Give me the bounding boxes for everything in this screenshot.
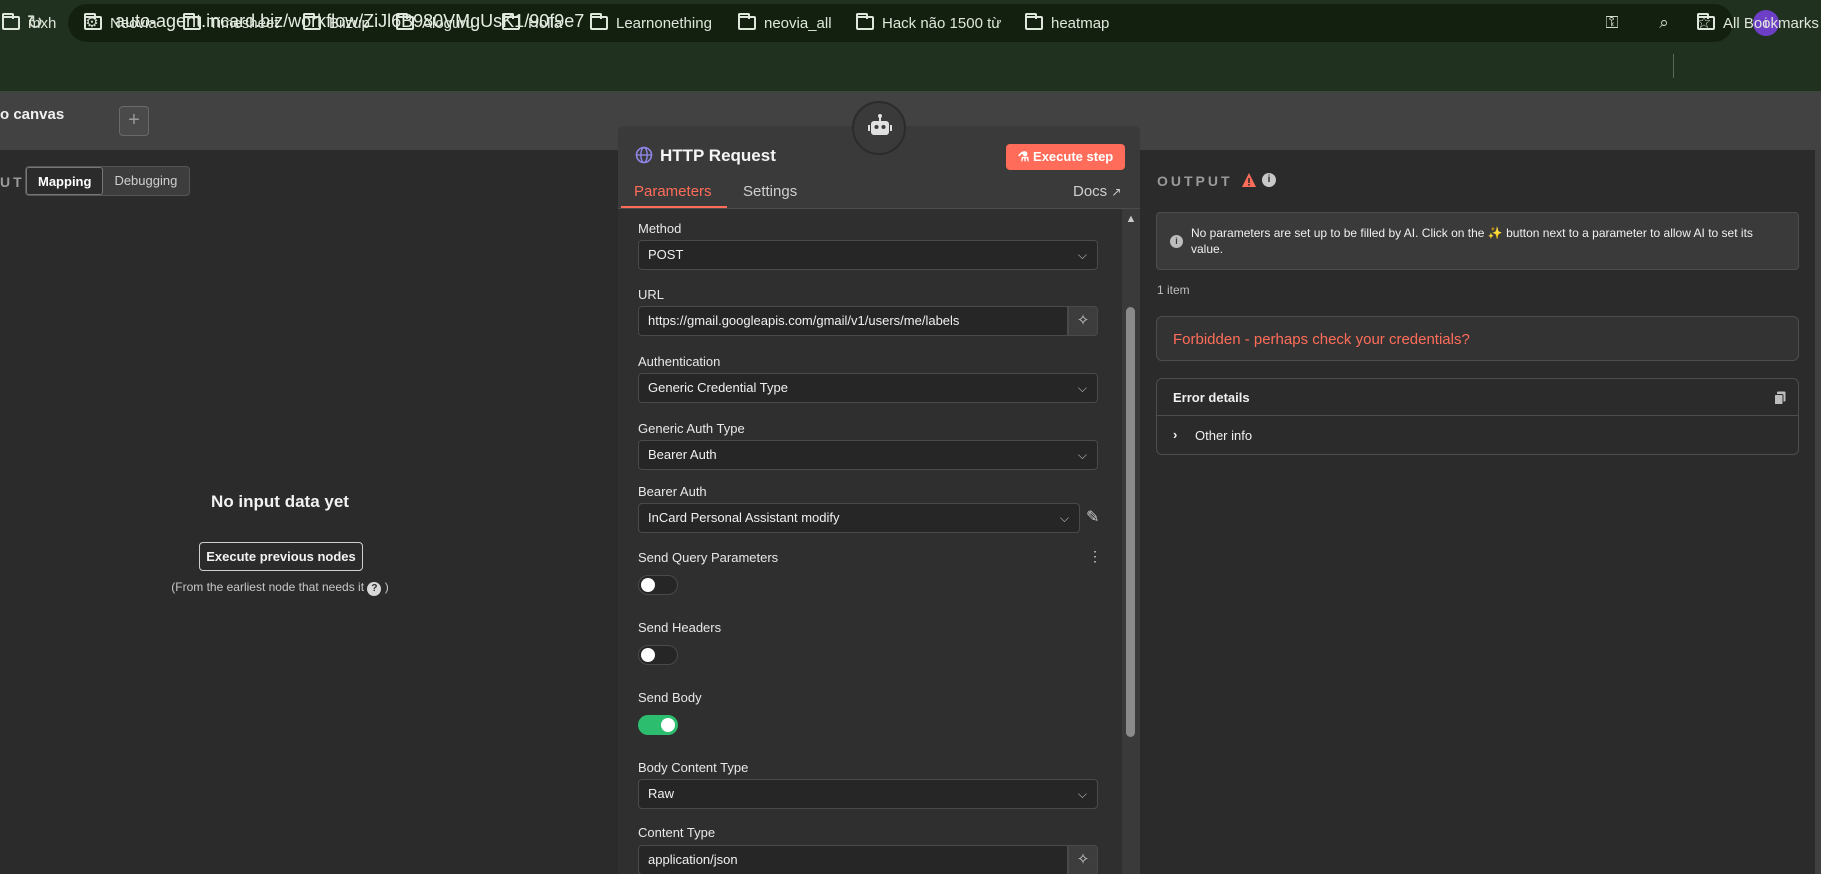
key-icon[interactable]: ⚿ [1600, 11, 1624, 35]
bookmark-item[interactable]: Hack não 1500 từ [856, 12, 1001, 34]
details-divider [1157, 415, 1798, 416]
zoom-icon[interactable]: ⌕ [1652, 11, 1676, 35]
chevron-down-icon: ⌵ [1077, 448, 1087, 462]
add-node-button[interactable]: + [119, 106, 149, 136]
ai-sparkle-icon[interactable]: ✧ [1068, 306, 1098, 336]
send-body-toggle[interactable] [638, 715, 678, 735]
input-mode-toggle: Mapping Debugging [25, 166, 190, 196]
body-content-type-select[interactable]: Raw ⌵ [638, 779, 1098, 809]
folder-icon [1697, 13, 1715, 30]
send-query-toggle[interactable] [638, 575, 678, 595]
docs-link[interactable]: Docs ↗ [1073, 183, 1121, 200]
folder-icon [1025, 13, 1043, 30]
bookmark-item[interactable]: Neovia [84, 12, 157, 34]
send-headers-label: Send Headers [638, 620, 722, 635]
back-to-canvas-link[interactable]: o canvas [0, 106, 64, 123]
content-type-input[interactable]: application/json [638, 845, 1068, 874]
parameters-form: Method POST ⌵ URL https://gmail.googleapi… [618, 209, 1122, 874]
empty-input-title: No input data yet [211, 492, 349, 511]
ai-sparkle-icon[interactable]: ✧ [1068, 845, 1098, 874]
method-select[interactable]: POST ⌵ [638, 240, 1098, 270]
url-label: URL [638, 287, 665, 302]
error-message: Forbidden - perhaps check your credentia… [1173, 331, 1470, 348]
folder-icon [502, 13, 520, 30]
generic-auth-type-select[interactable]: Bearer Auth ⌵ [638, 440, 1098, 470]
toggle-knob [641, 648, 655, 662]
info-icon: i [1170, 235, 1183, 248]
bookmark-item[interactable]: mxh [2, 12, 56, 34]
content-type-label: Content Type [638, 825, 716, 840]
bookmark-item[interactable]: Aloguru [396, 12, 474, 34]
all-bookmarks[interactable]: All Bookmarks [1697, 12, 1819, 34]
url-input[interactable]: https://gmail.googleapis.com/gmail/v1/us… [638, 306, 1068, 336]
toggle-knob [641, 578, 655, 592]
error-details-title: Error details [1173, 390, 1250, 405]
bookmark-item[interactable]: Holla [502, 12, 562, 34]
bookmark-item[interactable]: Biizup [303, 12, 370, 34]
send-query-label: Send Query Parameters [638, 550, 779, 565]
chevron-down-icon: ⌵ [1077, 787, 1087, 801]
canvas-edge [1815, 150, 1821, 874]
authentication-label: Authentication [638, 354, 721, 369]
folder-icon [738, 13, 756, 30]
tab-debugging[interactable]: Debugging [103, 167, 188, 195]
error-details-box [1156, 378, 1799, 455]
robot-icon [868, 114, 892, 135]
more-options-icon[interactable]: ⋮ [1088, 548, 1102, 565]
chevron-down-icon: ⌵ [1059, 511, 1069, 525]
flask-icon: ⚗ [1017, 149, 1030, 164]
scroll-up-arrow-icon[interactable]: ▲ [1124, 213, 1138, 225]
toggle-knob [661, 718, 675, 732]
folder-icon [2, 13, 20, 30]
empty-input-hint: (From the earliest node that needs it ? … [171, 580, 389, 596]
folder-icon [84, 13, 102, 30]
chevron-right-icon[interactable]: › [1173, 427, 1177, 442]
external-link-icon: ↗ [1111, 185, 1122, 199]
copy-icon[interactable] [1774, 391, 1786, 405]
input-panel [0, 150, 620, 874]
ai-notice-text: No parameters are set up to be filled by… [1191, 226, 1753, 256]
bearer-auth-select[interactable]: InCard Personal Assistant modify ⌵ [638, 503, 1080, 533]
info-icon[interactable]: i [1262, 173, 1276, 187]
globe-icon [635, 146, 653, 164]
folder-icon [856, 13, 874, 30]
output-panel-title: OUTPUT [1157, 173, 1233, 189]
execute-step-button[interactable]: ⚗ Execute step [1006, 144, 1125, 170]
generic-auth-type-label: Generic Auth Type [638, 421, 745, 436]
help-icon[interactable]: ? [367, 582, 382, 596]
bookmark-item[interactable]: heatmap [1025, 12, 1109, 34]
items-count: 1 item [1157, 283, 1190, 297]
other-info-toggle[interactable]: Other info [1195, 428, 1252, 443]
pencil-icon[interactable]: ✎ [1086, 507, 1099, 527]
method-label: Method [638, 221, 682, 236]
folder-icon [303, 13, 321, 30]
chevron-down-icon: ⌵ [1077, 248, 1087, 262]
tab-mapping[interactable]: Mapping [26, 167, 104, 195]
bookmarks-bar [0, 46, 1821, 92]
bearer-auth-label: Bearer Auth [638, 484, 707, 499]
bookmark-item[interactable]: Learnonething [590, 12, 712, 34]
scrollbar-thumb[interactable] [1126, 307, 1135, 737]
bookmarks-divider [1673, 54, 1674, 78]
send-headers-toggle[interactable] [638, 645, 678, 665]
body-content-type-label: Body Content Type [638, 760, 749, 775]
warning-icon [1242, 173, 1256, 187]
tab-settings[interactable]: Settings [743, 183, 797, 200]
bookmark-item[interactable]: Timesheet [183, 12, 278, 34]
tab-parameters[interactable]: Parameters [634, 183, 712, 200]
folder-icon [590, 13, 608, 30]
node-title[interactable]: HTTP Request [660, 146, 776, 166]
folder-icon [183, 13, 201, 30]
folder-icon [396, 13, 414, 30]
execute-previous-nodes-button[interactable]: Execute previous nodes [199, 542, 363, 571]
chevron-down-icon: ⌵ [1077, 381, 1087, 395]
bookmark-item[interactable]: neovia_all [738, 12, 832, 34]
input-panel-title: UT [0, 174, 25, 190]
send-body-label: Send Body [638, 690, 702, 705]
authentication-select[interactable]: Generic Credential Type ⌵ [638, 373, 1098, 403]
